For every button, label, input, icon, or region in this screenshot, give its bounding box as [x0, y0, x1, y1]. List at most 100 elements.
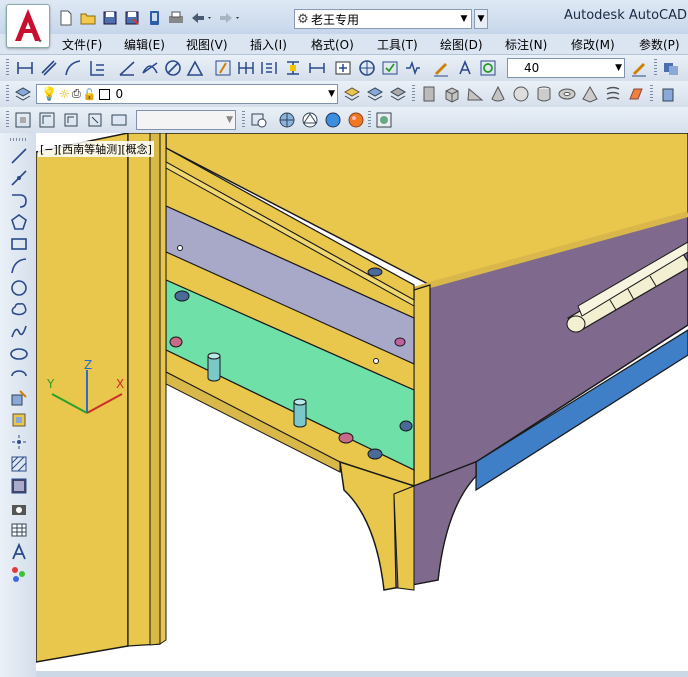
polyline-icon[interactable] [10, 191, 28, 209]
viewport-controls-label[interactable]: [−][西南等轴测][概念] [38, 141, 154, 157]
visual-style-icon[interactable] [250, 111, 268, 129]
wireframe-2d-icon[interactable] [278, 111, 296, 129]
hatch-icon[interactable] [10, 455, 28, 473]
construction-line-icon[interactable] [10, 169, 28, 187]
extrude-icon[interactable] [660, 85, 678, 103]
print-icon[interactable] [166, 8, 186, 28]
redo-icon[interactable] [216, 8, 242, 28]
menu-modify[interactable]: 修改(M) [571, 36, 615, 53]
arc-length-icon[interactable] [64, 59, 82, 77]
workspace-select[interactable]: ⚙ 老王专用 ▼ [294, 9, 472, 29]
point-icon[interactable] [10, 433, 28, 451]
menu-edit[interactable]: 编辑(E) [124, 36, 165, 53]
arc-icon[interactable] [10, 257, 28, 275]
wedge-icon[interactable] [466, 85, 484, 103]
angular-dim-icon[interactable] [164, 59, 182, 77]
inspect-icon[interactable] [308, 59, 326, 77]
layer-states-icon[interactable] [343, 85, 361, 103]
ucs-object-icon[interactable] [110, 111, 128, 129]
toolbar-grip[interactable] [368, 111, 371, 129]
dim-style-icon[interactable] [432, 59, 450, 77]
ucs-icon[interactable] [14, 111, 32, 129]
line-icon[interactable] [10, 147, 28, 165]
save-as-icon[interactable] [122, 8, 142, 28]
helix-icon[interactable] [604, 85, 622, 103]
menu-insert[interactable]: 插入(I) [250, 36, 287, 53]
ucs-previous-icon[interactable] [62, 111, 80, 129]
table-icon[interactable] [10, 521, 28, 539]
menu-draw[interactable]: 绘图(D) [440, 36, 483, 53]
baseline-dim-icon[interactable] [214, 59, 232, 77]
diameter-dim-icon[interactable] [141, 59, 159, 77]
cone-icon[interactable] [489, 85, 507, 103]
planar-surface-icon[interactable] [627, 85, 645, 103]
region-icon[interactable] [10, 499, 28, 517]
box-icon[interactable] [443, 85, 461, 103]
ordinate-dim-icon[interactable] [88, 59, 106, 77]
ucs-face-icon[interactable] [86, 111, 104, 129]
insert-block-icon[interactable] [10, 389, 28, 407]
menu-parameter[interactable]: 参数(P) [639, 36, 680, 53]
toolbar-grip[interactable] [6, 85, 9, 103]
ellipse-icon[interactable] [10, 345, 28, 363]
quick-dim-icon[interactable] [186, 59, 204, 77]
rectangle-icon[interactable] [10, 235, 28, 253]
sphere-icon[interactable] [512, 85, 530, 103]
make-block-icon[interactable] [10, 411, 28, 429]
polygon-icon[interactable] [10, 213, 28, 231]
toolbar-grip[interactable] [242, 111, 245, 129]
ellipse-arc-icon[interactable] [10, 367, 28, 385]
layer-select[interactable]: 💡 ☼ ⎙ 🔓 0 ▼ [36, 84, 338, 104]
toolbar-grip[interactable] [650, 85, 653, 103]
multiline-text-icon[interactable] [10, 543, 28, 561]
drawing-viewport[interactable]: Z X Y [36, 133, 688, 677]
manage-styles-icon[interactable] [375, 111, 393, 129]
toolbar-grip[interactable] [412, 85, 415, 103]
toolbar-grip[interactable] [6, 59, 9, 77]
jogged-linear-icon[interactable] [334, 59, 352, 77]
layer-properties-icon[interactable] [14, 85, 32, 103]
torus-icon[interactable] [558, 85, 576, 103]
dim-edit-icon[interactable] [358, 59, 376, 77]
polysolid-icon[interactable] [420, 85, 438, 103]
spline-icon[interactable] [10, 323, 28, 341]
cylinder-icon[interactable] [535, 85, 553, 103]
realistic-icon[interactable] [347, 111, 365, 129]
dim-update-icon[interactable] [404, 59, 422, 77]
refresh-icon[interactable] [479, 59, 497, 77]
toolbar-grip[interactable] [6, 111, 9, 129]
circle-icon[interactable] [10, 279, 28, 297]
center-mark-icon[interactable] [284, 59, 302, 77]
menu-dimension[interactable]: 标注(N) [505, 36, 547, 53]
menu-format[interactable]: 格式(O) [311, 36, 354, 53]
publish-icon[interactable] [144, 8, 164, 28]
customize-qat-button[interactable]: ▼ [474, 9, 488, 29]
menu-view[interactable]: 视图(V) [186, 36, 228, 53]
open-icon[interactable] [78, 8, 98, 28]
dim-scale-edit-icon[interactable] [630, 59, 648, 77]
continue-dim-icon[interactable] [237, 59, 255, 77]
menu-file[interactable]: 文件(F) [62, 36, 102, 53]
wireframe-3d-icon[interactable] [301, 111, 319, 129]
model-canvas[interactable]: Z X Y [36, 133, 688, 677]
application-menu-button[interactable] [6, 4, 50, 48]
new-icon[interactable] [56, 8, 76, 28]
linear-dim-icon[interactable] [16, 59, 34, 77]
dim-text-edit-icon[interactable] [381, 59, 399, 77]
view-cube-icon[interactable] [662, 59, 680, 77]
text-style-icon[interactable] [456, 59, 474, 77]
toolbar-grip[interactable] [10, 138, 28, 141]
tolerance-icon[interactable] [260, 59, 278, 77]
hidden-icon[interactable] [324, 111, 342, 129]
undo-icon[interactable] [188, 8, 214, 28]
radius-dim-icon[interactable] [118, 59, 136, 77]
pyramid-icon[interactable] [581, 85, 599, 103]
toolbar-grip[interactable] [654, 59, 657, 77]
aligned-dim-icon[interactable] [40, 59, 58, 77]
visual-style-select[interactable]: ▼ [136, 110, 236, 130]
revision-cloud-icon[interactable] [10, 301, 28, 319]
add-selected-icon[interactable] [10, 565, 28, 583]
make-current-icon[interactable] [389, 85, 407, 103]
menu-tools[interactable]: 工具(T) [377, 36, 418, 53]
gradient-icon[interactable] [10, 477, 28, 495]
